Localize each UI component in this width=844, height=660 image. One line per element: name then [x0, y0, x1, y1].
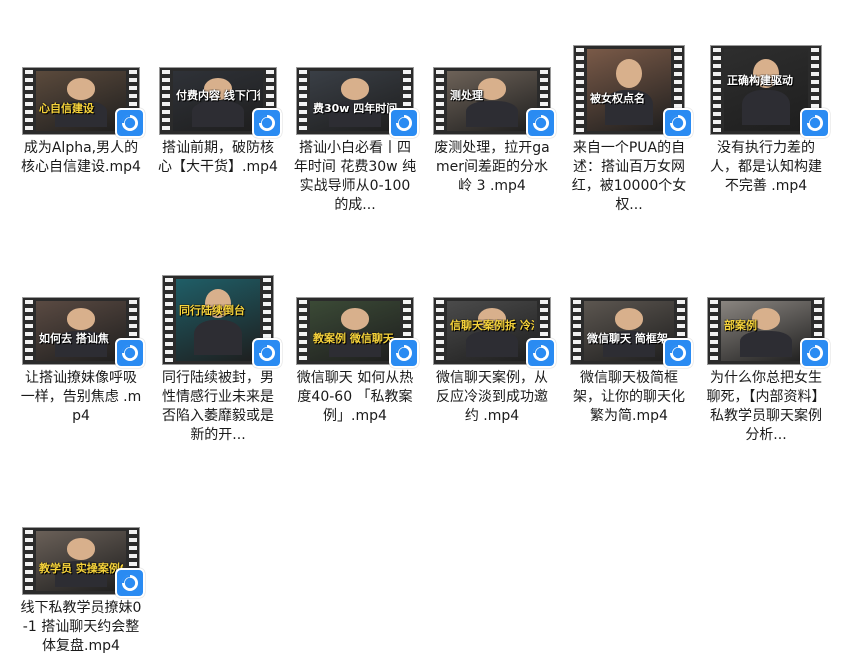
video-player-icon: [389, 338, 419, 368]
video-thumbnail[interactable]: 被女权点名: [567, 40, 693, 138]
file-name-label: 微信聊天 如何从热度40-60 「私教案例」.mp4: [296, 370, 414, 424]
video-player-icon: [526, 108, 556, 138]
file-name-label: 让搭讪撩妹像呼吸一样，告别焦虑 .mp4: [20, 370, 142, 424]
video-preview-image: 部案例: [721, 301, 811, 361]
video-file-item[interactable]: 微信聊天 简框架微信聊天极简框架，让你的聊天化繁为简.mp4: [567, 270, 693, 426]
video-thumbnail[interactable]: 信聊天案例拆 冷淡聊到邀: [430, 270, 556, 368]
video-preview-image: 心自信建设: [36, 71, 126, 131]
video-preview-image: 正确构建驱动: [724, 49, 808, 131]
film-sprocket-holes: [299, 70, 307, 132]
video-file-item[interactable]: 教学员 实操案例0-1关线下私教学员撩妹0-1 搭讪聊天约会整体复盘.mp4: [19, 500, 145, 656]
presenter-figure: [603, 308, 655, 356]
film-sprocket-holes: [299, 300, 307, 362]
presenter-figure: [55, 308, 107, 356]
thumbnail-caption: 教案例 微信聊天 40-60: [313, 332, 397, 346]
film-sprocket-holes: [713, 48, 721, 132]
video-preview-image: 同行陆续倒台: [176, 279, 260, 361]
thumbnail-caption: 正确构建驱动: [727, 73, 793, 87]
film-sprocket-holes: [573, 300, 581, 362]
thumbnail-caption: 付费内容 线下门徒实操教学: [176, 89, 260, 102]
file-name-label: 搭讪前期，破防核心【大干货】.mp4: [158, 140, 278, 175]
film-sprocket-holes: [710, 300, 718, 362]
film-sprocket-holes: [436, 300, 444, 362]
video-player-icon: [800, 108, 830, 138]
video-thumbnail[interactable]: 如何去 搭讪焦: [19, 270, 145, 368]
video-file-item[interactable]: 如何去 搭讪焦让搭讪撩妹像呼吸一样，告别焦虑 .mp4: [19, 270, 145, 426]
video-preview-image: 如何去 搭讪焦: [36, 301, 126, 361]
thumbnail-caption: 同行陆续倒台: [179, 303, 245, 317]
presenter-figure: [329, 308, 381, 356]
thumbnail-caption: 如何去 搭讪焦: [39, 332, 109, 346]
video-player-icon: [252, 338, 282, 368]
video-file-item[interactable]: 被女权点名来自一个PUA的自述：搭讪百万女网红，被10000个女权...: [567, 40, 693, 215]
video-file-item[interactable]: 付费内容 线下门徒实操教学搭讪前期，破防核心【大干货】.mp4: [156, 40, 282, 177]
thumbnail-caption: 教学员 实操案例0-1关: [39, 562, 123, 576]
video-thumbnail[interactable]: 部案例: [704, 270, 830, 368]
file-name-label: 同行陆续被封，男性情感行业未来是否陷入萎靡毅或是新的开...: [162, 370, 274, 443]
video-preview-image: 费30w 四年时间: [310, 71, 400, 131]
video-thumbnail[interactable]: 教案例 微信聊天 40-60: [293, 270, 419, 368]
video-player-icon: [252, 108, 282, 138]
presenter-figure: [55, 78, 107, 126]
file-name-label: 为什么你总把女生聊死，【内部资料】私教学员聊天案例分析...: [706, 370, 826, 443]
thumbnail-caption: 信聊天案例拆 冷淡聊到邀: [450, 319, 534, 332]
video-preview-image: 测处理: [447, 71, 537, 131]
video-file-item[interactable]: 正确构建驱动没有执行力差的人，都是认知构建不完善 .mp4: [704, 40, 830, 196]
video-thumbnail[interactable]: 心自信建设: [19, 40, 145, 138]
video-player-icon: [663, 108, 693, 138]
thumbnail-caption: 测处理: [450, 89, 483, 102]
presenter-figure: [55, 538, 107, 586]
film-sprocket-holes: [25, 530, 33, 592]
video-file-item[interactable]: 教案例 微信聊天 40-60 微信聊天 如何从热度40-60 「私教案例」.mp4: [293, 270, 419, 426]
file-name-label: 微信聊天极简框架，让你的聊天化繁为简.mp4: [573, 370, 685, 424]
video-file-item[interactable]: 信聊天案例拆 冷淡聊到邀微信聊天案例，从反应冷淡到成功邀约 .mp4: [430, 270, 556, 426]
video-thumbnail[interactable]: 正确构建驱动: [704, 40, 830, 138]
video-thumbnail[interactable]: 微信聊天 简框架: [567, 270, 693, 368]
video-player-icon: [115, 338, 145, 368]
thumbnail-caption: 费30w 四年时间: [313, 102, 397, 116]
video-preview-image: 教学员 实操案例0-1关: [36, 531, 126, 591]
film-sprocket-holes: [436, 70, 444, 132]
file-name-label: 来自一个PUA的自述：搭讪百万女网红，被10000个女权...: [571, 140, 687, 213]
film-sprocket-holes: [25, 70, 33, 132]
presenter-figure: [329, 78, 381, 126]
thumbnail-caption: 微信聊天 简框架: [587, 332, 668, 346]
video-player-icon: [663, 338, 693, 368]
file-name-label: 微信聊天案例，从反应冷淡到成功邀约 .mp4: [436, 370, 548, 424]
film-sprocket-holes: [576, 48, 584, 132]
video-player-icon: [115, 108, 145, 138]
video-preview-image: 微信聊天 简框架: [584, 301, 674, 361]
film-sprocket-holes: [165, 278, 173, 362]
video-player-icon: [115, 568, 145, 598]
video-thumbnail[interactable]: 教学员 实操案例0-1关: [19, 500, 145, 598]
thumbnail-caption: 部案例: [724, 319, 757, 332]
thumbnail-caption: 被女权点名: [590, 91, 645, 105]
video-thumbnail[interactable]: 付费内容 线下门徒实操教学: [156, 40, 282, 138]
video-file-item[interactable]: 测处理废测处理，拉开gamer间差距的分水岭 3 .mp4: [430, 40, 556, 196]
film-sprocket-holes: [25, 300, 33, 362]
video-file-item[interactable]: 部案例为什么你总把女生聊死，【内部资料】私教学员聊天案例分析...: [704, 270, 830, 445]
file-name-label: 线下私教学员撩妹0-1 搭讪聊天约会整体复盘.mp4: [20, 600, 142, 654]
thumbnail-caption: 心自信建设: [39, 102, 94, 116]
video-thumbnail[interactable]: 费30w 四年时间: [293, 40, 419, 138]
file-name-label: 搭讪小白必看丨四年时间 花费30w 纯实战导师从0-100的成...: [293, 140, 417, 213]
file-name-label: 成为Alpha,男人的核心自信建设.mp4: [21, 140, 141, 175]
video-player-icon: [526, 338, 556, 368]
video-file-item[interactable]: 心自信建设成为Alpha,男人的核心自信建设.mp4: [19, 40, 145, 177]
video-thumbnail[interactable]: 同行陆续倒台: [156, 270, 282, 368]
video-thumbnail[interactable]: 测处理: [430, 40, 556, 138]
video-preview-image: 付费内容 线下门徒实操教学: [173, 71, 263, 131]
video-file-item[interactable]: 费30w 四年时间搭讪小白必看丨四年时间 花费30w 纯实战导师从0-100的成…: [293, 40, 419, 215]
file-name-label: 废测处理，拉开gamer间差距的分水岭 3 .mp4: [434, 140, 550, 194]
video-file-item[interactable]: 同行陆续倒台同行陆续被封，男性情感行业未来是否陷入萎靡毅或是新的开...: [156, 270, 282, 445]
video-player-icon: [389, 108, 419, 138]
video-preview-image: 信聊天案例拆 冷淡聊到邀: [447, 301, 537, 361]
video-preview-image: 被女权点名: [587, 49, 671, 131]
video-preview-image: 教案例 微信聊天 40-60: [310, 301, 400, 361]
file-name-label: 没有执行力差的人，都是认知构建不完善 .mp4: [710, 140, 822, 194]
film-sprocket-holes: [162, 70, 170, 132]
video-player-icon: [800, 338, 830, 368]
